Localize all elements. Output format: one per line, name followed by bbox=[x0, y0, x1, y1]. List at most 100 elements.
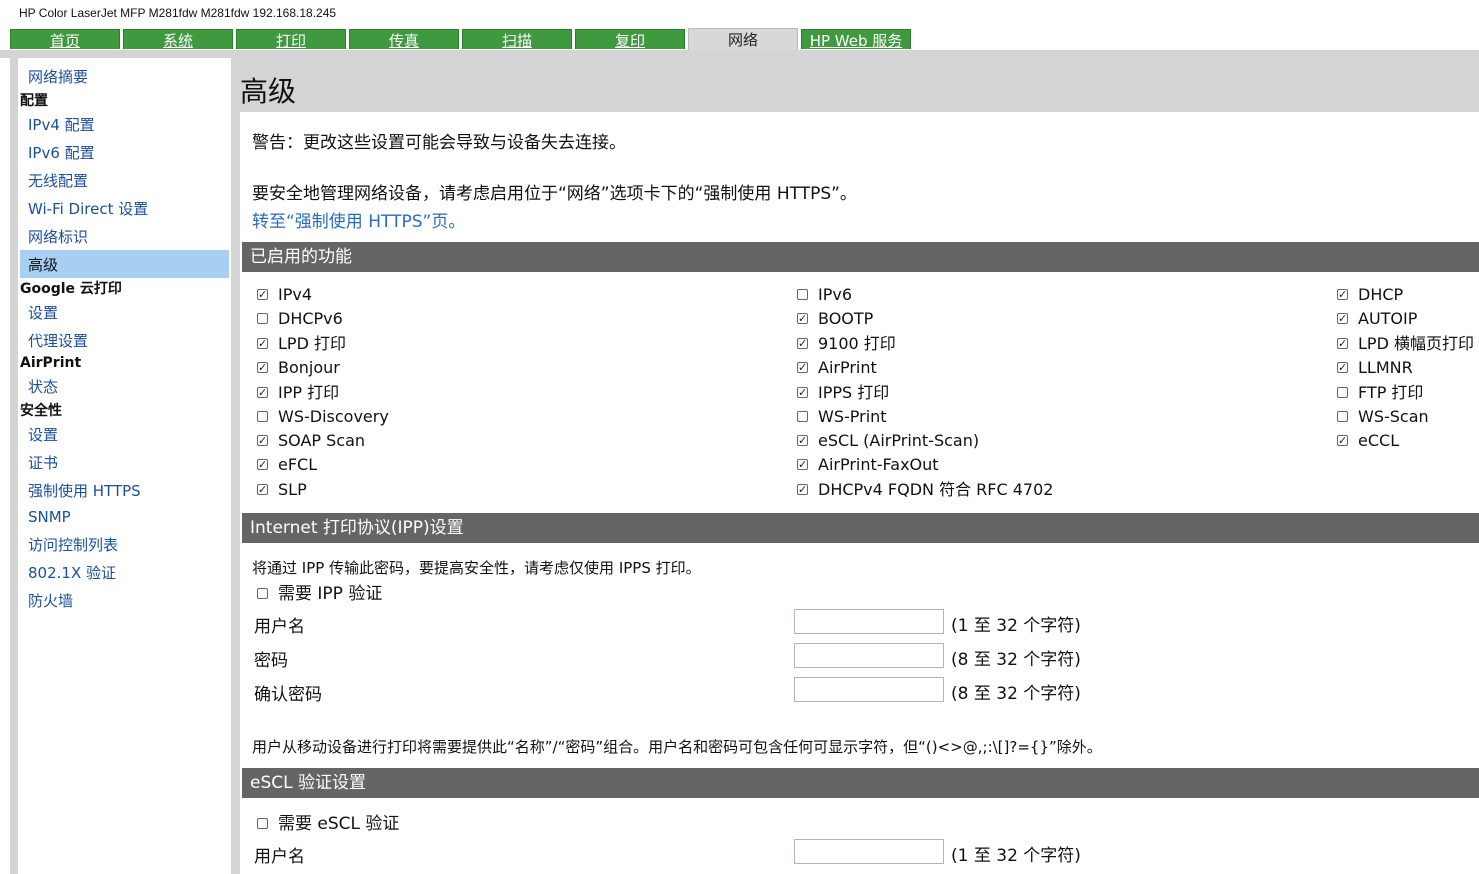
ipp-username-hint: (1 至 32 个字符) bbox=[951, 616, 1081, 636]
feature-checkbox[interactable] bbox=[257, 334, 268, 354]
feature-label: LLMNR bbox=[1358, 358, 1413, 377]
feature-checkbox[interactable] bbox=[1337, 387, 1348, 398]
sidebar-item-google-settings[interactable]: 设置 bbox=[20, 298, 229, 326]
feature-label: LPD 打印 bbox=[278, 334, 346, 353]
tab-label: HP Web 服务 bbox=[809, 32, 903, 50]
feature-checkbox[interactable] bbox=[1337, 411, 1348, 422]
main-content: 高级 警告：更改这些设置可能会导致与设备失去连接。 要安全地管理网络设备，请考虑… bbox=[237, 58, 1479, 874]
sidebar-item-certificates[interactable]: 证书 bbox=[20, 448, 229, 476]
warning-text: 警告：更改这些设置可能会导致与设备失去连接。 bbox=[252, 133, 626, 153]
tab-fax[interactable]: 传真 bbox=[349, 29, 459, 50]
sidebar-item-airprint-status[interactable]: 状态 bbox=[20, 372, 229, 400]
feature-label: BOOTP bbox=[818, 309, 874, 328]
sidebar-item-8021x[interactable]: 802.1X 验证 bbox=[20, 558, 229, 586]
tab-system[interactable]: 系统 bbox=[123, 29, 233, 50]
sidebar-item-proxy[interactable]: 代理设置 bbox=[20, 326, 229, 354]
feature-checkbox[interactable] bbox=[797, 358, 808, 378]
sidebar-item-ipv4[interactable]: IPv4 配置 bbox=[20, 110, 229, 138]
escl-username-label: 用户名 bbox=[254, 847, 305, 867]
feature-label: IPP 打印 bbox=[278, 383, 340, 402]
tab-copy[interactable]: 复印 bbox=[575, 29, 685, 50]
content-area: 警告：更改这些设置可能会导致与设备失去连接。 要安全地管理网络设备，请考虑启用位… bbox=[237, 112, 1479, 874]
tab-label: 扫描 bbox=[501, 32, 532, 50]
feature-label: SLP bbox=[278, 480, 307, 499]
ipp-require-checkbox[interactable] bbox=[257, 588, 268, 599]
feature-checkbox[interactable] bbox=[257, 358, 268, 378]
ipp-note: 将通过 IPP 传输此密码，要提高安全性，请考虑仅使用 IPPS 打印。 bbox=[252, 559, 701, 577]
sidebar-item-identity[interactable]: 网络标识 bbox=[20, 222, 229, 250]
tab-hp-web-services[interactable]: HP Web 服务 bbox=[801, 29, 911, 50]
escl-username-hint: (1 至 32 个字符) bbox=[951, 846, 1081, 866]
feature-checkbox[interactable] bbox=[797, 431, 808, 451]
sidebar-item-security-settings[interactable]: 设置 bbox=[20, 420, 229, 448]
sidebar-item-advanced[interactable]: 高级 bbox=[20, 250, 229, 278]
tab-label: 系统 bbox=[162, 32, 193, 50]
feature-checkbox[interactable] bbox=[1337, 431, 1348, 451]
tab-scan[interactable]: 扫描 bbox=[462, 29, 572, 50]
feature-checkbox[interactable] bbox=[1337, 358, 1348, 378]
feature-label: AUTOIP bbox=[1358, 309, 1418, 328]
sidebar-item-summary[interactable]: 网络摘要 bbox=[20, 62, 229, 90]
feature-label: FTP 打印 bbox=[1358, 383, 1424, 402]
feature-label: AirPrint-FaxOut bbox=[818, 455, 939, 474]
sidebar-item-ipv6[interactable]: IPv6 配置 bbox=[20, 138, 229, 166]
force-https-link[interactable]: 转至“强制使用 HTTPS”页。 bbox=[252, 207, 465, 232]
ipp-confirm-input[interactable] bbox=[794, 677, 944, 702]
ipp-confirm-label: 确认密码 bbox=[254, 685, 322, 705]
ipp-username-input[interactable] bbox=[794, 609, 944, 634]
escl-require-checkbox[interactable] bbox=[257, 818, 268, 829]
feature-checkbox[interactable] bbox=[257, 411, 268, 422]
sidebar-item-acl[interactable]: 访问控制列表 bbox=[20, 530, 229, 558]
page-title-bar: 高级 bbox=[237, 58, 1479, 112]
sidebar-item-wireless[interactable]: 无线配置 bbox=[20, 166, 229, 194]
feature-label: IPPS 打印 bbox=[818, 383, 890, 402]
sidebar-item-firewall[interactable]: 防火墙 bbox=[20, 586, 229, 614]
page-title: 高级 bbox=[240, 75, 297, 108]
section-ipp: Internet 打印协议(IPP)设置 bbox=[242, 513, 1479, 543]
tab-print[interactable]: 打印 bbox=[236, 29, 346, 50]
feature-label: eCCL bbox=[1358, 431, 1400, 450]
feature-checkbox[interactable] bbox=[797, 289, 808, 300]
feature-label: DHCP bbox=[1358, 285, 1404, 304]
ipp-confirm-hint: (8 至 32 个字符) bbox=[951, 684, 1081, 704]
sidebar-heading-config: 配置 bbox=[20, 93, 48, 109]
tab-home[interactable]: 首页 bbox=[10, 29, 120, 50]
feature-checkbox[interactable] bbox=[797, 383, 808, 403]
feature-label: IPv4 bbox=[278, 285, 313, 304]
feature-checkbox[interactable] bbox=[797, 334, 808, 354]
feature-checkbox[interactable] bbox=[1337, 334, 1348, 354]
feature-checkbox[interactable] bbox=[1337, 309, 1348, 329]
feature-checkbox[interactable] bbox=[797, 411, 808, 422]
escl-username-input[interactable] bbox=[794, 839, 944, 864]
feature-checkbox[interactable] bbox=[1337, 285, 1348, 305]
feature-checkbox[interactable] bbox=[257, 455, 268, 475]
sidebar-heading-airprint: AirPrint bbox=[20, 355, 82, 371]
device-header: HP Color LaserJet MFP M281fdw M281fdw 19… bbox=[0, 0, 1479, 28]
feature-checkbox[interactable] bbox=[797, 480, 808, 500]
feature-checkbox[interactable] bbox=[797, 455, 808, 475]
tab-label: 打印 bbox=[275, 32, 306, 50]
tab-network[interactable]: 网络 bbox=[688, 28, 798, 50]
sidebar-item-wifi-direct[interactable]: Wi-Fi Direct 设置 bbox=[20, 194, 229, 222]
feature-label: 9100 打印 bbox=[818, 334, 896, 353]
escl-require-label: 需要 eSCL 验证 bbox=[278, 814, 400, 834]
feature-checkbox[interactable] bbox=[257, 313, 268, 324]
section-escl: eSCL 验证设置 bbox=[242, 768, 1479, 798]
feature-label: LPD 横幅页打印 bbox=[1358, 334, 1474, 353]
feature-label: WS-Print bbox=[818, 407, 887, 426]
feature-label: IPv6 bbox=[818, 285, 853, 304]
feature-checkbox[interactable] bbox=[257, 383, 268, 403]
feature-checkbox[interactable] bbox=[797, 309, 808, 329]
sidebar-item-force-https[interactable]: 强制使用 HTTPS bbox=[20, 476, 229, 504]
tab-label: 复印 bbox=[614, 32, 645, 50]
ipp-mobile-note: 用户从移动设备进行打印将需要提供此“名称”/“密码”组合。用户名和密码可包含任何… bbox=[252, 738, 1102, 756]
tab-label: 首页 bbox=[49, 32, 80, 50]
tab-label: 传真 bbox=[388, 32, 419, 50]
https-note: 要安全地管理网络设备，请考虑启用位于“网络”选项卡下的“强制使用 HTTPS”。 bbox=[252, 184, 857, 204]
feature-checkbox[interactable] bbox=[257, 480, 268, 500]
ipp-password-input[interactable] bbox=[794, 643, 944, 668]
feature-checkbox[interactable] bbox=[257, 285, 268, 305]
feature-checkbox[interactable] bbox=[257, 431, 268, 451]
ipp-password-label: 密码 bbox=[254, 651, 288, 671]
sidebar-item-snmp[interactable]: SNMP bbox=[20, 502, 229, 530]
